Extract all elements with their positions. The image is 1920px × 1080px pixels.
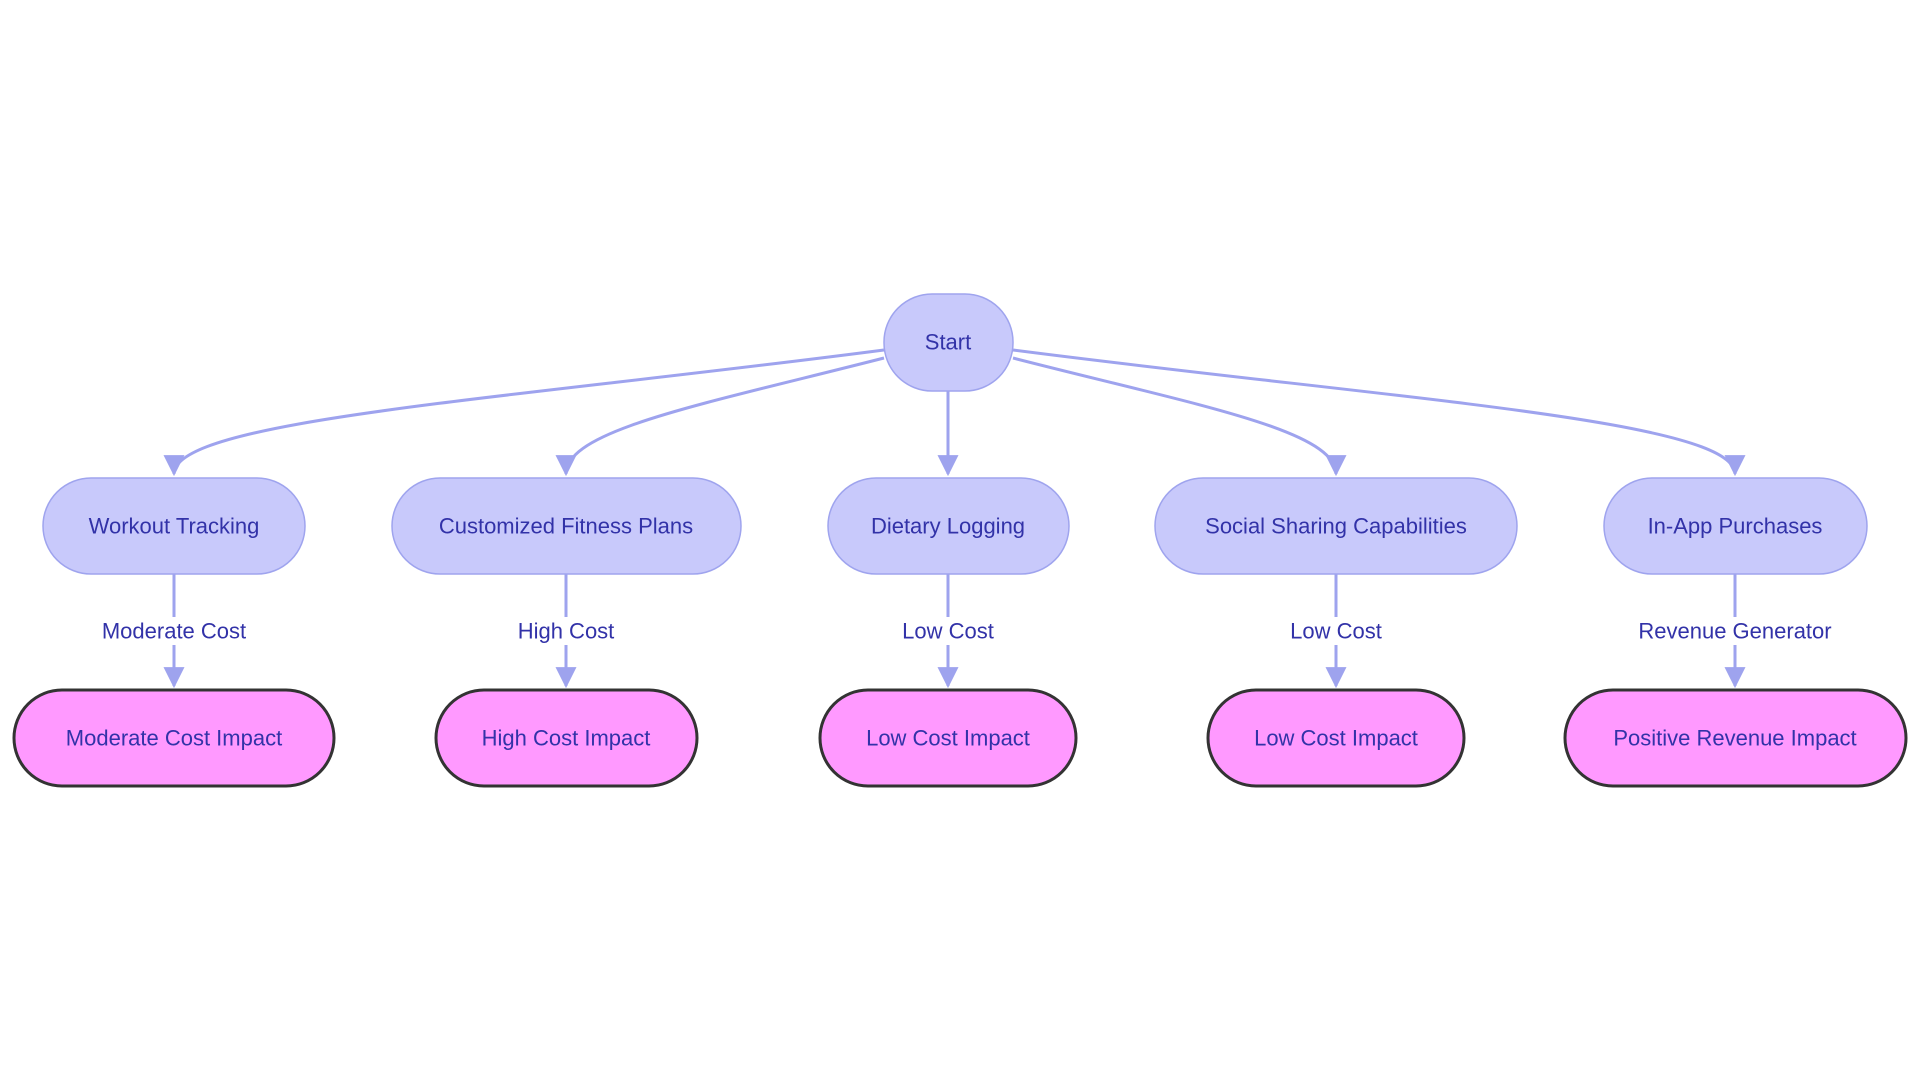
- edge-start-workout: [163, 348, 885, 477]
- edge-label-dietary: Low Cost: [902, 619, 994, 644]
- node-label: Low Cost Impact: [1254, 726, 1418, 751]
- node-workout-tracking: Workout Tracking: [42, 477, 306, 575]
- edge-start-social: [1012, 356, 1347, 477]
- node-label: Dietary Logging: [871, 514, 1025, 539]
- node-label: Positive Revenue Impact: [1613, 726, 1856, 751]
- node-dietary-logging: Dietary Logging: [827, 477, 1070, 575]
- node-in-app-purchases: In-App Purchases: [1603, 477, 1868, 575]
- edge-start-inapp: [1012, 348, 1746, 477]
- node-start-label: Start: [925, 330, 971, 355]
- node-low-cost-impact-social: Low Cost Impact: [1206, 688, 1466, 788]
- node-social-sharing: Social Sharing Capabilities: [1154, 477, 1518, 575]
- node-start: Start: [883, 293, 1014, 392]
- node-label: Moderate Cost Impact: [66, 726, 282, 751]
- edge-label-workout: Moderate Cost: [102, 619, 246, 644]
- node-label: In-App Purchases: [1648, 514, 1823, 539]
- node-high-cost-impact: High Cost Impact: [434, 688, 699, 788]
- node-label: Social Sharing Capabilities: [1205, 514, 1467, 539]
- node-moderate-cost-impact: Moderate Cost Impact: [12, 688, 336, 788]
- node-customized-fitness-plans: Customized Fitness Plans: [391, 477, 742, 575]
- node-low-cost-impact-dietary: Low Cost Impact: [818, 688, 1078, 788]
- node-positive-revenue-impact: Positive Revenue Impact: [1563, 688, 1908, 788]
- node-label: Customized Fitness Plans: [439, 514, 693, 539]
- edge-start-customized: [555, 356, 885, 477]
- node-label: Workout Tracking: [89, 514, 260, 539]
- node-label: Low Cost Impact: [866, 726, 1030, 751]
- edge-label-customized: High Cost: [518, 619, 615, 644]
- node-label: High Cost Impact: [482, 726, 651, 751]
- flowchart: Moderate Cost High Cost Low Cost Low Cos…: [12, 293, 1908, 788]
- edge-label-inapp: Revenue Generator: [1638, 619, 1831, 644]
- edge-label-social: Low Cost: [1290, 619, 1382, 644]
